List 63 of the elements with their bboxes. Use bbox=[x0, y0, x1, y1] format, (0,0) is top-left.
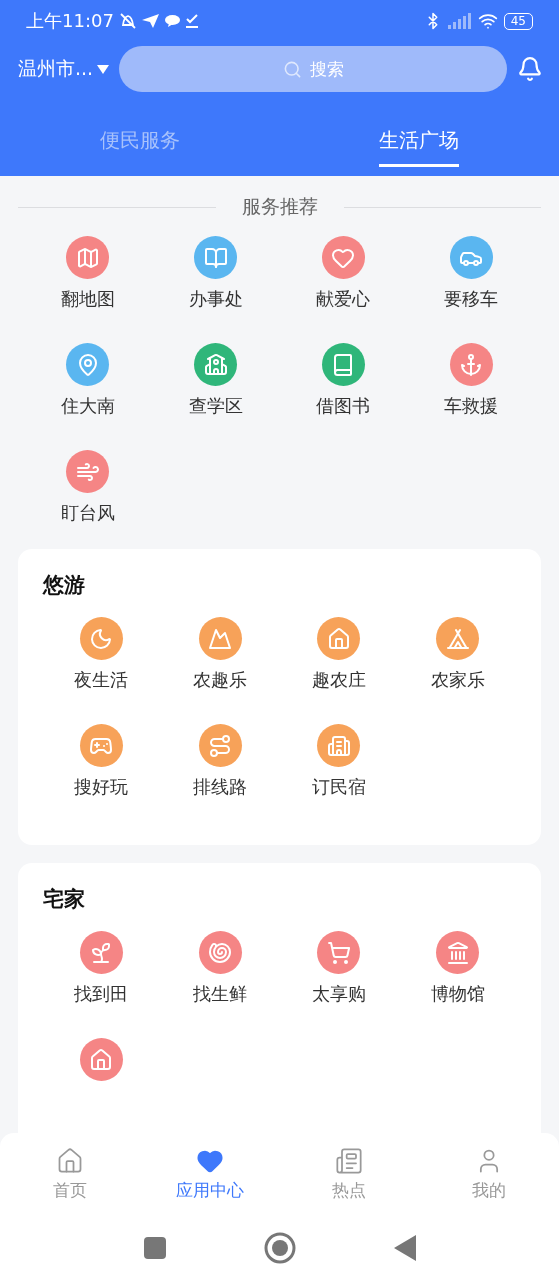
app-label: 博物馆 bbox=[430, 982, 485, 1006]
cart-icon[interactable] bbox=[317, 931, 361, 974]
app-label: 盯台风 bbox=[60, 501, 115, 525]
battery-indicator: 45 bbox=[503, 12, 533, 30]
car-icon[interactable] bbox=[449, 236, 493, 279]
book-icon[interactable] bbox=[321, 343, 365, 386]
route-icon[interactable] bbox=[198, 724, 242, 767]
app-label: 趣农庄 bbox=[311, 668, 366, 692]
app-label: 查学区 bbox=[188, 394, 243, 418]
card-title: 悠游 bbox=[41, 572, 86, 599]
search-field[interactable]: 搜索 bbox=[119, 46, 507, 92]
circle-icon[interactable] bbox=[263, 1231, 296, 1264]
muted-bell-icon bbox=[119, 13, 136, 29]
card-title: 宅家 bbox=[42, 886, 86, 913]
pin-icon[interactable] bbox=[66, 343, 110, 386]
tab[interactable]: 生活广场 bbox=[379, 113, 460, 167]
city-selector[interactable]: 温州市... bbox=[18, 56, 110, 82]
app-label: 车救援 bbox=[444, 394, 499, 418]
chat-icon bbox=[164, 15, 180, 27]
app-label: 住大南 bbox=[60, 394, 115, 418]
museum-icon[interactable] bbox=[436, 931, 480, 974]
app-label: 夜生活 bbox=[74, 668, 129, 692]
app-label: 办事处 bbox=[188, 287, 243, 311]
nav-item[interactable]: 首页 bbox=[0, 1133, 140, 1215]
nav-item[interactable]: 应用中心 bbox=[139, 1133, 280, 1215]
tab[interactable]: 便民服务 bbox=[99, 113, 180, 167]
send-icon bbox=[141, 14, 159, 28]
sprout-icon[interactable] bbox=[79, 931, 123, 974]
nav-item[interactable]: 热点 bbox=[279, 1133, 420, 1215]
square-icon[interactable] bbox=[143, 1236, 166, 1259]
map-icon[interactable] bbox=[66, 236, 110, 279]
app-label: 太享购 bbox=[311, 982, 366, 1006]
app-label: 订民宿 bbox=[311, 775, 366, 799]
house-icon[interactable] bbox=[79, 1038, 123, 1081]
app-label: 搜好玩 bbox=[74, 775, 129, 799]
building-icon[interactable] bbox=[317, 724, 361, 767]
app-label: 找到田 bbox=[74, 982, 129, 1006]
back-icon[interactable] bbox=[393, 1234, 416, 1261]
app-label: 排线路 bbox=[193, 775, 248, 799]
bell-icon[interactable] bbox=[517, 56, 543, 82]
wind-icon[interactable] bbox=[66, 450, 110, 493]
mountain-icon[interactable] bbox=[198, 617, 242, 660]
app-label: 献爱心 bbox=[316, 287, 371, 311]
status-time: 上午11:07 bbox=[26, 9, 114, 33]
signal-icon bbox=[447, 13, 472, 29]
gamepad-icon[interactable] bbox=[79, 724, 123, 767]
app-label: 农趣乐 bbox=[193, 668, 248, 692]
check-icon bbox=[185, 14, 198, 28]
school-icon[interactable] bbox=[194, 343, 238, 386]
app-label: 找生鲜 bbox=[193, 982, 248, 1006]
moon-icon[interactable] bbox=[79, 617, 123, 660]
app-label: 借图书 bbox=[316, 394, 371, 418]
app-label: 要移车 bbox=[444, 287, 499, 311]
caret-icon bbox=[97, 64, 110, 74]
wifi-icon bbox=[477, 11, 498, 31]
nav-item[interactable]: 我的 bbox=[419, 1133, 559, 1215]
house-icon[interactable] bbox=[317, 617, 361, 660]
app-label: 农家乐 bbox=[430, 668, 485, 692]
search-icon bbox=[282, 59, 302, 79]
tent-icon[interactable] bbox=[436, 617, 480, 660]
section-title: 服务推荐 bbox=[241, 194, 318, 219]
app-label: 翻地图 bbox=[60, 287, 115, 311]
news-icon bbox=[335, 1146, 364, 1175]
